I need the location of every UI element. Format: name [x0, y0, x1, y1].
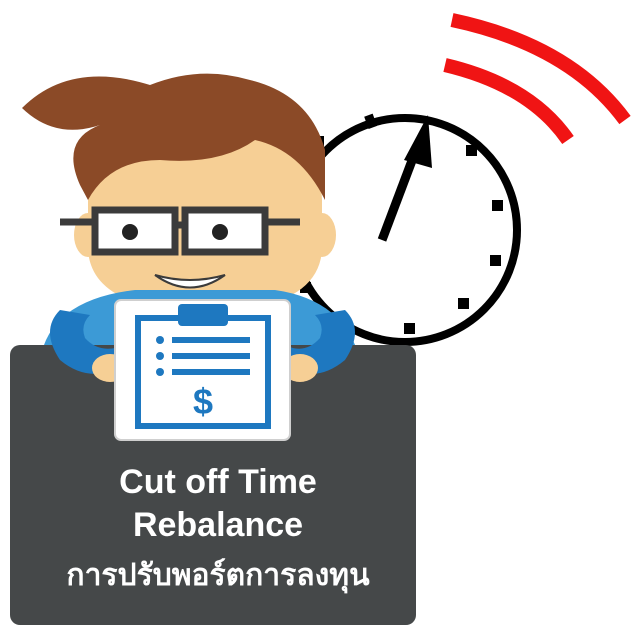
caption-title: Cut off Time: [119, 463, 317, 501]
caption-subtitle: Rebalance: [132, 506, 304, 544]
caption-thai: การปรับพอร์ตการลงทุน: [66, 558, 370, 593]
dollar-icon: $: [193, 381, 213, 422]
alarm-signal-icon: [443, 13, 631, 145]
clipboard-icon: $: [114, 299, 291, 441]
